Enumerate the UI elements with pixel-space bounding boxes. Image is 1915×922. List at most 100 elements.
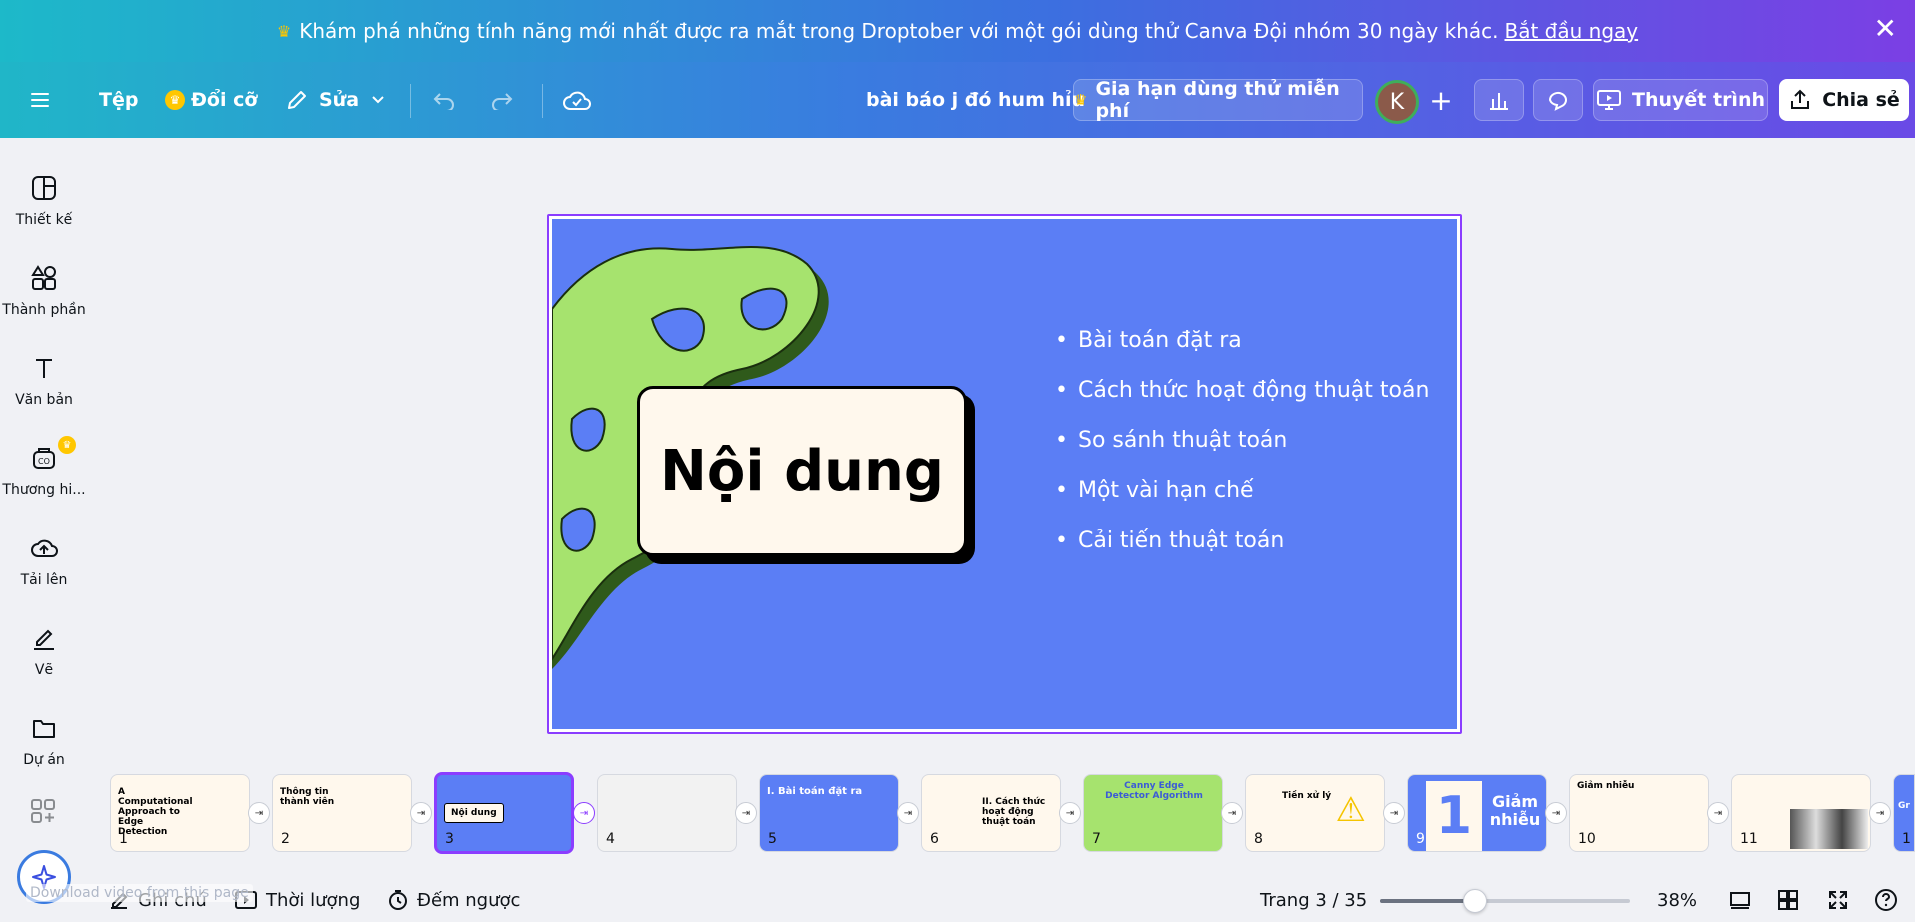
page-view-icon[interactable] [1728,878,1760,922]
sidebar-item-draw[interactable]: Vẽ [0,604,88,684]
menu-icon[interactable] [30,62,50,138]
sidebar-item-label: Thương hi... [2,482,86,498]
timer-button[interactable]: Đếm ngược [387,878,520,922]
warning-icon: ⚠ [1335,790,1366,830]
zoom-slider[interactable] [1380,889,1630,913]
zoom-level[interactable]: 38% [1657,878,1697,922]
share-icon [1791,89,1810,109]
sidebar-item-brand[interactable]: CO ♛ Thương hi... [0,424,88,504]
timer-icon [389,890,407,910]
close-icon[interactable]: ✕ [1874,14,1897,44]
cloud-saved-icon[interactable] [562,62,592,138]
page-indicator: Trang 3 / 35 [1260,889,1368,911]
transition-icon[interactable]: ⇥ [735,802,757,824]
slide-thumbnail[interactable]: 4 [597,774,737,852]
fullscreen-icon[interactable] [1827,878,1857,922]
transition-icon[interactable]: ⇥ [1869,802,1891,824]
comment-button[interactable] [1533,79,1583,121]
thumbnail-number: 10 [1578,831,1596,847]
sidebar-item-elements[interactable]: Thành phần [0,244,88,324]
sidebar-item-design[interactable]: Thiết kế [0,154,88,234]
trial-label: Gia hạn dùng thử miễn phí [1095,78,1340,122]
slide-thumbnail[interactable]: 1 Giảm nhiễu 9 [1407,774,1547,852]
thumbnail-title: Giảm nhiễu [1489,792,1541,829]
thumbnail-title: Gr [1898,801,1910,811]
analytics-button[interactable] [1474,79,1524,121]
cloud-upload-icon [28,532,60,564]
resize-button[interactable]: ♛ Đổi cỡ [165,62,257,138]
edit-button[interactable]: Sửa [285,62,385,138]
timer-label: Đếm ngược [417,889,521,911]
zoom-slider-handle[interactable] [1463,889,1487,913]
comment-icon [1548,91,1567,111]
present-label: Thuyết trình [1632,89,1765,111]
avatar[interactable]: K [1375,80,1419,124]
redo-icon[interactable] [490,62,514,138]
slide-title: Nội dung [660,438,944,504]
banner-start-link[interactable]: Bắt đầu ngay [1504,19,1638,43]
thumbnail-number: 5 [768,831,777,847]
add-collaborator-icon[interactable]: + [1420,79,1462,121]
slide-thumbnail[interactable]: Gr 1 [1893,774,1915,852]
transition-icon[interactable]: ⇥ [1059,802,1081,824]
download-video-overlay[interactable]: Download video from this page [26,884,253,902]
thumbnail-image [1790,809,1868,849]
divider [410,84,411,118]
sidebar-item-label: Dự án [23,752,65,768]
thumbnail-title: Nội dung [444,803,504,823]
transition-icon[interactable]: ⇥ [248,802,270,824]
sidebar-item-label: Thiết kế [15,212,73,228]
slide-thumbnail[interactable]: II. Cách thức hoạt động thuật toán 6 [921,774,1061,852]
slide-thumbnail[interactable]: Thông tin thành viên 2 [272,774,412,852]
help-icon[interactable] [1874,878,1906,922]
slide-thumbnail[interactable]: I. Bài toán đặt ra 5 [759,774,899,852]
share-button[interactable]: Chia sẻ [1779,79,1909,121]
thumbnail-big-number: 1 [1426,781,1482,851]
duration-button[interactable]: Thời lượng [234,878,360,922]
transition-icon[interactable]: ⇥ [573,802,595,824]
undo-icon[interactable] [432,62,456,138]
transition-icon[interactable]: ⇥ [1383,802,1405,824]
slide-thumbnail[interactable]: A Computational Approach to Edge Detecti… [110,774,250,852]
bullet-item: Bài toán đặt ra [1055,315,1429,365]
slide-filmstrip: A Computational Approach to Edge Detecti… [88,770,1915,856]
sidebar-item-uploads[interactable]: Tải lên [0,514,88,594]
thumbnail-title: Canny Edge Detector Algorithm [1105,781,1203,801]
bar-chart-icon [1490,93,1508,110]
present-button[interactable]: Thuyết trình [1593,79,1768,121]
transition-icon[interactable]: ⇥ [410,802,432,824]
left-sidebar: Thiết kế Thành phần Văn bản CO ♛ Thương … [0,138,88,878]
sidebar-item-label: Tải lên [20,572,68,588]
apps-icon[interactable] [30,798,56,828]
crown-icon: ♛ [276,21,292,41]
transition-icon[interactable]: ⇥ [1221,802,1243,824]
document-title[interactable]: bài báo j đó hum hỉu [866,62,1085,138]
edit-label: Sửa [319,89,360,111]
bottom-bar: Ghi chú Thời lượng Đếm ngược Trang 3 / 3… [0,878,1915,922]
thumbnail-number: 8 [1254,831,1263,847]
sidebar-item-projects[interactable]: Dự án [0,694,88,774]
chevron-down-icon [372,96,384,104]
sidebar-item-text[interactable]: Văn bản [0,334,88,414]
slide-thumbnail-active[interactable]: Nội dung 3 [434,772,574,854]
file-menu-button[interactable]: Tệp [99,62,138,138]
bullet-item: Cách thức hoạt động thuật toán [1055,365,1429,415]
brand-icon: CO ♛ [28,436,76,474]
bullet-item: Một vài hạn chế [1055,465,1429,515]
bullet-list[interactable]: Bài toán đặt ra Cách thức hoạt động thuậ… [1055,315,1429,565]
bullet-item: So sánh thuật toán [1055,415,1429,465]
slide-thumbnail[interactable]: Canny Edge Detector Algorithm 7 [1083,774,1223,852]
layout-icon [28,172,60,204]
transition-icon[interactable]: ⇥ [1707,802,1729,824]
thumbnail-title: A Computational Approach to Edge Detecti… [118,787,193,837]
slide-title-box[interactable]: Nội dung [637,386,967,556]
thumbnail-number: 4 [606,831,615,847]
grid-view-icon[interactable] [1777,878,1807,922]
slide-thumbnail[interactable]: Tiền xử lý ⚠ 8 [1245,774,1385,852]
transition-icon[interactable]: ⇥ [897,802,919,824]
transition-icon[interactable]: ⇥ [1545,802,1567,824]
slide-thumbnail[interactable]: 11 [1731,774,1871,852]
slide-thumbnail[interactable]: Giảm nhiễu 10 [1569,774,1709,852]
slide-canvas[interactable]: Nội dung Bài toán đặt ra Cách thức hoạt … [547,214,1462,734]
extend-trial-button[interactable]: ♛ Gia hạn dùng thử miễn phí [1073,78,1363,122]
